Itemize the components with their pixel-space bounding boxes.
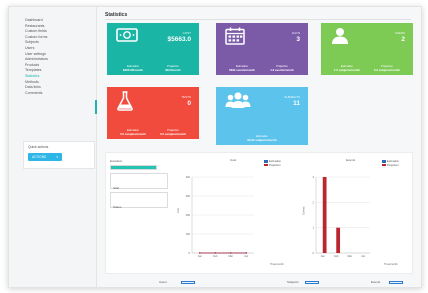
group-icon [225, 91, 251, 114]
card-label: USERS [394, 31, 405, 35]
stat-card-tests: TESTS 0 Estimation 0.0 samples/month Proj… [107, 87, 199, 139]
calendar-icon [225, 27, 245, 50]
card-foot-projection: Projection 0.0 subjects/month [369, 65, 405, 72]
card-label: DAYS [292, 31, 300, 35]
bottom-item-indicator[interactable] [181, 281, 195, 284]
card-value: 3 [296, 36, 300, 43]
y-axis-label: Events [302, 206, 306, 215]
cost-chart-plot: 400 300 200 100 0 Jan Feb Mar Apr [186, 175, 254, 258]
card-foot-value: 1.0 events/month [270, 67, 294, 72]
bottom-strip: Users Subjects Events [105, 278, 421, 287]
card-foot-estimation: Estimation $465.00/month [115, 65, 151, 72]
stat-card-days: DAYS 3 Estimation 5690 events/month Proje… [216, 23, 308, 75]
money-icon [116, 27, 138, 48]
card-value: 11 [293, 100, 300, 107]
quick-actions-panel: Quick actions ACTIONS ▾ [23, 141, 95, 169]
card-label: SUBJECTS [284, 95, 300, 99]
point-projection [214, 252, 216, 254]
filter-label: Evolution [110, 159, 123, 163]
x-tick-label: Jan [321, 254, 326, 258]
app-window: Dashboard Restaurants Custom fields Cust… [8, 6, 422, 288]
bottom-item-label: Subjects [287, 280, 299, 284]
x-tick-label: Feb [334, 254, 339, 258]
card-foot-value: 7.0 subjects/month [333, 67, 361, 72]
y-tick-label: 0 [189, 251, 191, 255]
card-value: $5663.0 [167, 36, 192, 43]
y-tick-label: 100 [186, 232, 191, 236]
y-tick-label: 300 [186, 194, 191, 198]
stat-card-subjects: SUBJECTS 11 Estimation 99.00 subjects/mon… [216, 87, 308, 145]
events-chart: Events Estimation Projection 3 2 1 0 Jan Feb M… [302, 157, 410, 271]
card-foot-value: 0.0 samples/month [159, 131, 187, 136]
card-foot-value: 0.0 subjects/month [373, 67, 401, 72]
sidebar-collapse-handle[interactable] [95, 100, 97, 114]
actions-dropdown-value: ACTIONS [32, 155, 47, 159]
x-tick-label: Jan [198, 254, 203, 258]
point-projection [199, 252, 201, 254]
card-value: 2 [401, 36, 405, 43]
title-divider [105, 19, 411, 20]
filter-form: Evolution Start Status [110, 159, 172, 211]
card-foot-estimation: Estimation 7.0 subjects/month [329, 65, 365, 72]
x-tick-label: Apr [244, 254, 248, 258]
x-tick-label: Apr [361, 254, 365, 258]
card-foot-estimation: Estimation 0.0 samples/month [115, 129, 151, 136]
bottom-item-label: Events [371, 280, 381, 284]
page-title: Statistics [105, 12, 128, 18]
card-foot-projection: Projection 1.0 events/month [264, 65, 300, 72]
card-foot-value: 99.00 subjects/month [247, 137, 277, 142]
card-foot-projection: Projection $8.0/month [155, 65, 191, 72]
sidebar: Dashboard Restaurants Custom fields Cust… [9, 7, 97, 287]
y-tick-label: 3 [313, 175, 315, 179]
start-field-label: Start [113, 186, 120, 190]
quick-actions-title: Quick actions [28, 145, 49, 149]
x-axis-label: Time/month [270, 263, 284, 266]
card-foot-value: 5690 events/month [228, 67, 256, 72]
progress-fill [111, 166, 156, 169]
y-tick-label: 2 [313, 200, 315, 204]
sidebar-nav: Dashboard Restaurants Custom fields Cust… [25, 18, 95, 96]
x-tick-label: Feb [213, 254, 218, 258]
point-projection [245, 252, 247, 254]
point-projection [230, 252, 232, 254]
y-axis-label: Cost [177, 207, 181, 214]
card-label: TESTS [181, 95, 191, 99]
chevron-down-icon: ▾ [56, 155, 58, 159]
evolution-progress[interactable] [110, 165, 157, 170]
card-foot-estimation: Estimation 5690 events/month [224, 65, 260, 72]
y-tick-label: 200 [186, 213, 191, 217]
y-tick-label: 0 [313, 251, 315, 255]
sidebar-item-comments[interactable]: Comments [25, 91, 95, 97]
bottom-item-indicator[interactable] [389, 281, 403, 284]
events-chart-plot: 3 2 1 0 Jan Feb Mar Apr [313, 175, 370, 258]
card-value: 0 [187, 100, 191, 107]
card-foot-value: 0.0 samples/month [119, 131, 147, 136]
card-label: COST [182, 31, 191, 35]
bottom-item-indicator[interactable] [305, 281, 319, 284]
flask-icon [116, 91, 134, 116]
main-content: Statistics COST $5663.0 Estimation $465.0… [105, 7, 421, 287]
stat-card-cost: COST $5663.0 Estimation $465.00/month Pro… [107, 23, 199, 75]
x-tick-label: Mar [348, 254, 353, 258]
x-tick-label: Mar [229, 254, 234, 258]
cost-chart: Cost Estimation Projection 400 300 200 100 0… [177, 157, 296, 271]
bar-projection [322, 177, 327, 253]
actions-dropdown[interactable]: ACTIONS ▾ [28, 153, 62, 161]
bar-projection [336, 227, 341, 253]
x-axis-label: Time/month [384, 263, 398, 266]
status-field[interactable]: Status [110, 192, 168, 209]
charts-panel: Evolution Start Status Cost Estimation P… [105, 152, 413, 274]
card-foot-value: $465.00/month [122, 67, 144, 72]
stat-card-users: USERS 2 Estimation 7.0 subjects/month Pro… [321, 23, 413, 75]
card-foot-projection: Projection 0.0 samples/month [155, 129, 191, 136]
card-foot-value: $8.0/month [165, 67, 181, 72]
bottom-item-label: Users [159, 280, 167, 284]
status-field-label: Status [113, 205, 122, 209]
y-tick-label: 400 [186, 175, 191, 179]
start-field[interactable]: Start [110, 173, 168, 190]
user-icon [330, 27, 350, 50]
card-foot-estimation: Estimation 99.00 subjects/month [244, 135, 280, 142]
y-tick-label: 1 [313, 226, 315, 230]
